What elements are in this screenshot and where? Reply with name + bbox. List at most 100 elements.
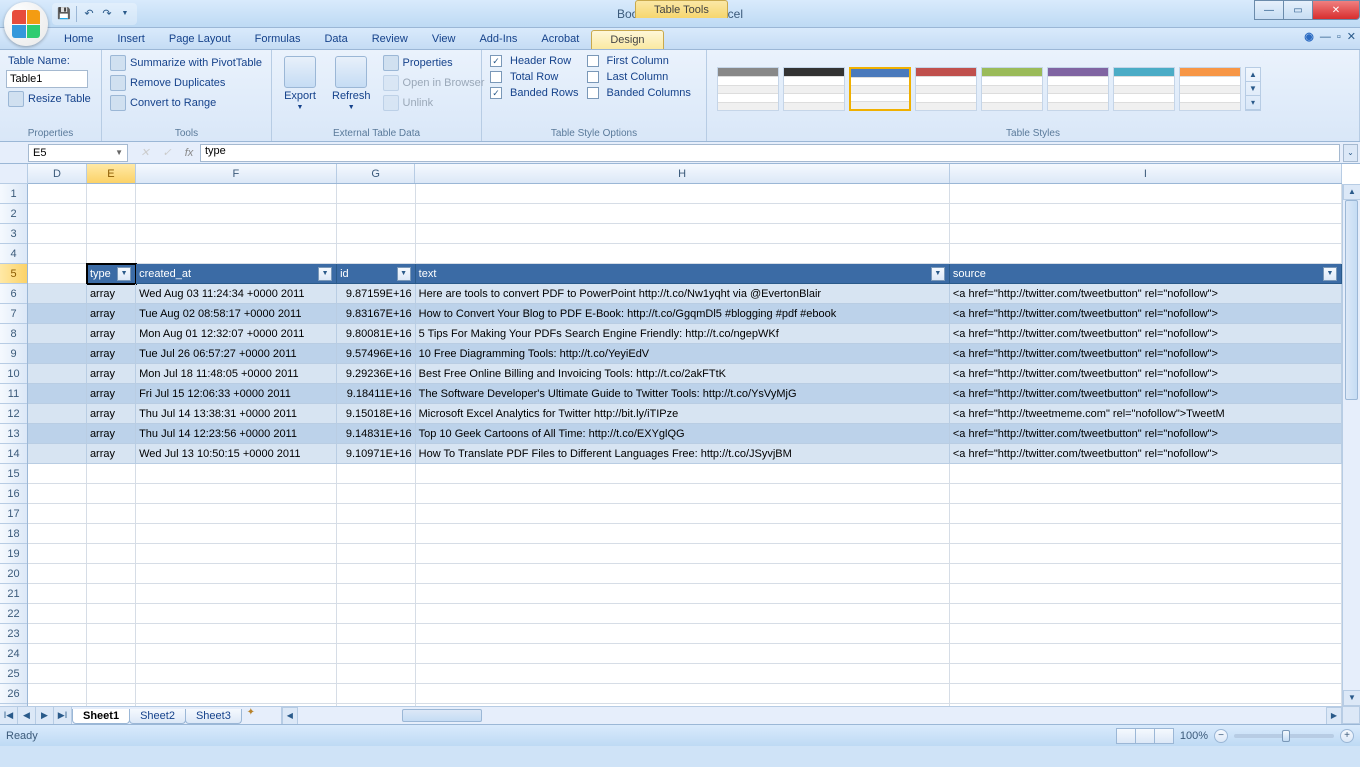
cell[interactable]: [28, 404, 87, 424]
column-header[interactable]: F: [136, 164, 337, 183]
cell[interactable]: [136, 624, 337, 644]
last-column-checkbox[interactable]: Last Column: [585, 70, 693, 84]
filter-dropdown-icon[interactable]: ▼: [117, 267, 131, 281]
first-column-checkbox[interactable]: First Column: [585, 54, 693, 68]
cell[interactable]: [87, 604, 136, 624]
row-header[interactable]: 22: [0, 604, 27, 624]
cell[interactable]: [28, 484, 87, 504]
cell[interactable]: [136, 464, 337, 484]
cell[interactable]: [136, 524, 337, 544]
cell[interactable]: [28, 204, 87, 224]
row-header[interactable]: 6: [0, 284, 27, 304]
scroll-down-icon[interactable]: ▼: [1343, 690, 1360, 706]
summarize-pivot-button[interactable]: Summarize with PivotTable: [108, 54, 264, 72]
cell[interactable]: [87, 464, 136, 484]
cell[interactable]: [87, 544, 136, 564]
cell[interactable]: 9.18411E+16: [337, 384, 416, 404]
page-layout-view-icon[interactable]: [1135, 728, 1155, 744]
name-box-dropdown-icon[interactable]: ▼: [115, 148, 123, 157]
tab-design[interactable]: Design: [591, 30, 663, 49]
cell[interactable]: [28, 184, 87, 204]
horizontal-scrollbar[interactable]: ◀ ▶: [281, 707, 1342, 724]
cell[interactable]: [337, 584, 416, 604]
qat-dropdown-icon[interactable]: ▼: [117, 6, 133, 22]
cell[interactable]: 9.87159E+16: [337, 284, 416, 304]
cell[interactable]: [950, 644, 1342, 664]
save-icon[interactable]: 💾: [56, 6, 72, 22]
cell[interactable]: How to Convert Your Blog to PDF E-Book: …: [416, 304, 950, 324]
banded-columns-checkbox[interactable]: Banded Columns: [585, 86, 693, 100]
cell[interactable]: [28, 304, 87, 324]
sheet-tab[interactable]: Sheet1: [72, 709, 130, 724]
cell[interactable]: [416, 624, 950, 644]
cell[interactable]: [950, 184, 1342, 204]
cell[interactable]: [136, 584, 337, 604]
cell[interactable]: text▼: [416, 264, 950, 284]
cell[interactable]: <a href="http://twitter.com/tweetbutton"…: [950, 324, 1342, 344]
cell[interactable]: Thu Jul 14 12:23:56 +0000 2011: [136, 424, 337, 444]
table-style-thumb[interactable]: [849, 67, 911, 111]
filter-dropdown-icon[interactable]: ▼: [318, 267, 332, 281]
cell[interactable]: Top 10 Geek Cartoons of All Time: http:/…: [416, 424, 950, 444]
row-header[interactable]: 9: [0, 344, 27, 364]
hscroll-thumb[interactable]: [402, 709, 482, 722]
cell[interactable]: [416, 524, 950, 544]
cell[interactable]: [28, 624, 87, 644]
row-header[interactable]: 15: [0, 464, 27, 484]
fx-icon[interactable]: fx: [178, 147, 200, 159]
cell[interactable]: [28, 384, 87, 404]
cell[interactable]: [950, 204, 1342, 224]
row-header[interactable]: 25: [0, 664, 27, 684]
cell[interactable]: [87, 204, 136, 224]
zoom-thumb[interactable]: [1282, 730, 1290, 742]
cell[interactable]: [337, 184, 416, 204]
cell[interactable]: [28, 444, 87, 464]
row-header[interactable]: 5: [0, 264, 27, 284]
row-header[interactable]: 16: [0, 484, 27, 504]
cell[interactable]: Here are tools to convert PDF to PowerPo…: [416, 284, 950, 304]
row-header[interactable]: 3: [0, 224, 27, 244]
zoom-in-icon[interactable]: +: [1340, 729, 1354, 743]
name-box[interactable]: E5▼: [28, 144, 128, 162]
select-all-button[interactable]: [0, 164, 28, 184]
cell[interactable]: [337, 604, 416, 624]
cell[interactable]: [28, 544, 87, 564]
cell[interactable]: <a href="http://twitter.com/tweetbutton"…: [950, 344, 1342, 364]
cell[interactable]: array: [87, 284, 136, 304]
cell[interactable]: [28, 504, 87, 524]
cells-viewport[interactable]: type▼created_at▼id▼text▼source▼arrayWed …: [28, 184, 1342, 706]
row-header[interactable]: 21: [0, 584, 27, 604]
cell[interactable]: [28, 264, 87, 284]
remove-duplicates-button[interactable]: Remove Duplicates: [108, 74, 264, 92]
undo-icon[interactable]: ↶: [81, 6, 97, 22]
cell[interactable]: [87, 584, 136, 604]
row-header[interactable]: 23: [0, 624, 27, 644]
mdi-restore-icon[interactable]: ▫: [1337, 31, 1341, 43]
cell[interactable]: [337, 564, 416, 584]
convert-range-button[interactable]: Convert to Range: [108, 94, 264, 112]
row-header[interactable]: 1: [0, 184, 27, 204]
cell[interactable]: [28, 524, 87, 544]
new-sheet-icon[interactable]: ✦: [241, 707, 261, 724]
cell[interactable]: 10 Free Diagramming Tools: http://t.co/Y…: [416, 344, 950, 364]
cell[interactable]: array: [87, 384, 136, 404]
help-icon[interactable]: ◉: [1304, 30, 1314, 43]
cell[interactable]: <a href="http://twitter.com/tweetbutton"…: [950, 304, 1342, 324]
cell[interactable]: [136, 244, 337, 264]
cell[interactable]: 5 Tips For Making Your PDFs Search Engin…: [416, 324, 950, 344]
cell[interactable]: [416, 464, 950, 484]
column-header[interactable]: I: [950, 164, 1342, 183]
cell[interactable]: [87, 664, 136, 684]
refresh-button[interactable]: Refresh▼: [326, 54, 377, 124]
sheet-tab[interactable]: Sheet3: [185, 709, 242, 724]
cell[interactable]: 9.14831E+16: [337, 424, 416, 444]
cell[interactable]: [136, 224, 337, 244]
cell[interactable]: 9.57496E+16: [337, 344, 416, 364]
cell[interactable]: Best Free Online Billing and Invoicing T…: [416, 364, 950, 384]
cell[interactable]: 9.15018E+16: [337, 404, 416, 424]
cell[interactable]: [28, 464, 87, 484]
cell[interactable]: [416, 584, 950, 604]
zoom-out-icon[interactable]: −: [1214, 729, 1228, 743]
cell[interactable]: <a href="http://twitter.com/tweetbutton"…: [950, 364, 1342, 384]
cell[interactable]: 9.80081E+16: [337, 324, 416, 344]
